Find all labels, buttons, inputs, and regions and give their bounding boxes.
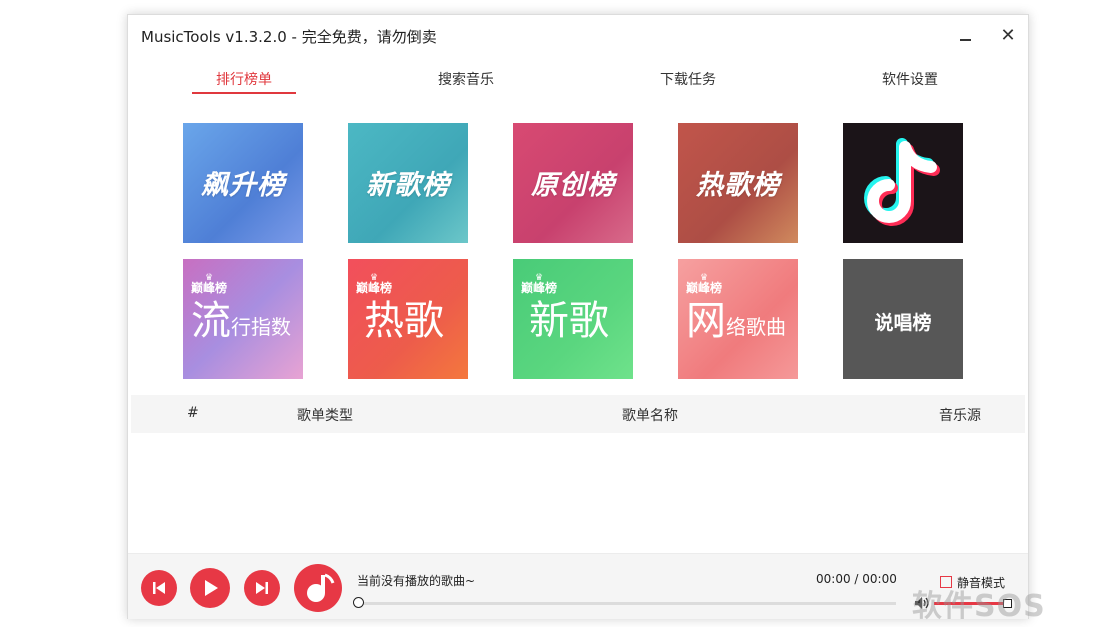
chart-tile-title: 网络歌曲: [686, 297, 786, 351]
chart-tile-main: 新歌: [529, 298, 609, 344]
chart-tile-new-songs[interactable]: 新歌榜: [348, 123, 468, 243]
now-playing-text: 当前没有播放的歌曲~: [357, 574, 476, 588]
column-music-source: 音乐源: [939, 408, 981, 424]
tab-settings[interactable]: 软件设置: [855, 69, 965, 89]
chart-tile-popularity-index[interactable]: ♛ 巅峰榜 流行指数: [183, 259, 303, 379]
music-note-icon: [307, 573, 335, 602]
previous-button[interactable]: [141, 570, 177, 606]
chart-tile-rap[interactable]: 说唱榜: [843, 259, 963, 379]
chart-tile-label: 飙升榜: [201, 170, 285, 201]
chart-tile-label: 原创榜: [531, 170, 615, 201]
peak-badge: 巅峰榜: [191, 281, 228, 295]
progress-bar[interactable]: [353, 597, 896, 608]
peak-badge: 巅峰榜: [521, 281, 558, 295]
chart-tile-title: 流行指数: [191, 297, 291, 351]
close-button[interactable]: ✕: [997, 25, 1019, 47]
next-button[interactable]: [244, 570, 280, 606]
tab-charts[interactable]: 排行榜单: [189, 69, 299, 89]
chart-tile-label: 热歌榜: [696, 170, 780, 201]
tab-search-music[interactable]: 搜索音乐: [411, 69, 521, 89]
tiktok-logo-icon: [864, 138, 940, 226]
chart-tile-original[interactable]: 原创榜: [513, 123, 633, 243]
main-tabs: 排行榜单 搜索音乐 下载任务 软件设置: [128, 63, 1028, 97]
title-bar: MusicTools v1.3.2.0 - 完全免费，请勿倒卖 ✕: [128, 15, 1028, 57]
chart-tile-main: 热歌: [364, 298, 444, 344]
app-window: MusicTools v1.3.2.0 - 完全免费，请勿倒卖 ✕ 排行榜单 搜…: [127, 14, 1029, 619]
play-icon: [205, 580, 218, 596]
chart-tile-hot-songs[interactable]: 热歌榜: [678, 123, 798, 243]
active-tab-indicator: [192, 92, 296, 94]
tab-download-tasks[interactable]: 下载任务: [633, 69, 743, 89]
play-button[interactable]: [190, 568, 230, 608]
chart-tile-main: 网: [686, 298, 726, 344]
chart-tile-tiktok[interactable]: [843, 123, 963, 243]
chart-tile-soaring[interactable]: 飙升榜: [183, 123, 303, 243]
app-title: MusicTools v1.3.2.0 - 完全免费，请勿倒卖: [141, 28, 437, 46]
chart-tile-label: 说唱榜: [874, 312, 932, 334]
chart-tile-sub: 络歌曲: [726, 315, 786, 339]
watermark-text: 软件SOS: [912, 589, 1046, 624]
skip-previous-icon: [153, 582, 165, 594]
album-art: [294, 564, 342, 612]
column-playlist-type: 歌单类型: [297, 408, 353, 424]
peak-badge: 巅峰榜: [686, 281, 723, 295]
skip-next-icon: [256, 582, 268, 594]
progress-knob[interactable]: [353, 597, 364, 608]
chart-tile-main: 流: [191, 298, 231, 344]
chart-tile-internet-songs[interactable]: ♛ 巅峰榜 网络歌曲: [678, 259, 798, 379]
table-header: # 歌单类型 歌单名称 音乐源: [131, 395, 1025, 433]
column-index: #: [187, 405, 199, 421]
minimize-icon: [960, 39, 971, 41]
chart-tile-peak-hot[interactable]: ♛ 巅峰榜 热歌: [348, 259, 468, 379]
playback-time: 00:00 / 00:00: [816, 572, 897, 586]
minimize-button[interactable]: [954, 25, 976, 47]
peak-badge: 巅峰榜: [356, 281, 393, 295]
column-playlist-name: 歌单名称: [622, 408, 678, 424]
chart-tile-peak-new[interactable]: ♛ 巅峰榜 新歌: [513, 259, 633, 379]
chart-tile-sub: 行指数: [231, 315, 291, 339]
chart-tile-label: 新歌榜: [366, 170, 450, 201]
player-bar: 当前没有播放的歌曲~ 00:00 / 00:00 静音模式: [128, 553, 1028, 619]
